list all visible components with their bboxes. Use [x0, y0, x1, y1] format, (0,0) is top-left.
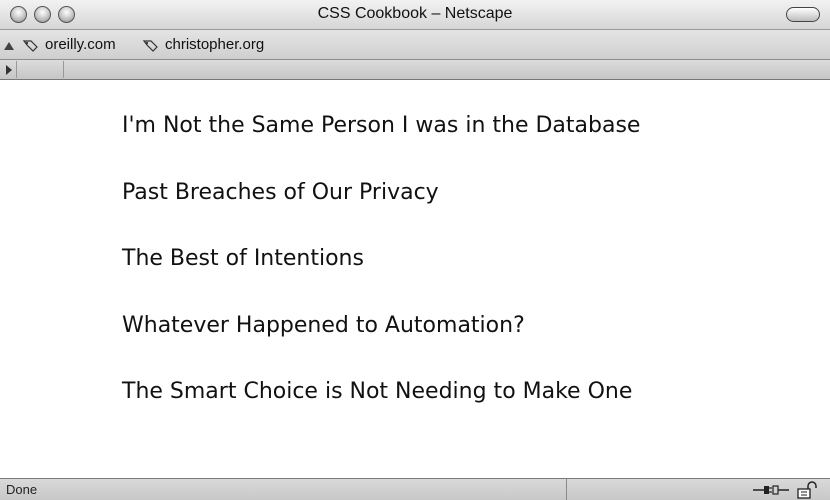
- heading-list: I'm Not the Same Person I was in the Dat…: [122, 112, 640, 445]
- status-bar: Done: [0, 478, 830, 500]
- bookmark-christopher[interactable]: christopher.org: [142, 36, 264, 53]
- heading: Past Breaches of Our Privacy: [122, 179, 439, 205]
- browser-window: CSS Cookbook – Netscape oreilly.com chri…: [0, 0, 830, 500]
- tab[interactable]: [16, 61, 64, 78]
- status-icons: [752, 481, 818, 499]
- tab-strip: [0, 60, 830, 80]
- title-bar: CSS Cookbook – Netscape: [0, 0, 830, 30]
- heading: Whatever Happened to Automation?: [122, 312, 525, 338]
- connection-icon[interactable]: [752, 482, 790, 498]
- toolbar-toggle-button[interactable]: [786, 7, 820, 22]
- heading: I'm Not the Same Person I was in the Dat…: [122, 113, 641, 138]
- bookmarks-toggle-icon[interactable]: [4, 42, 14, 50]
- status-divider: [566, 479, 567, 500]
- security-lock-icon[interactable]: [796, 481, 818, 499]
- bookmark-label: christopher.org: [165, 36, 265, 53]
- bookmark-label: oreilly.com: [45, 36, 116, 53]
- heading: The Best of Intentions: [122, 246, 364, 271]
- bookmark-icon: [142, 38, 160, 52]
- heading: The Smart Choice is Not Needing to Make …: [122, 379, 633, 404]
- window-title: CSS Cookbook – Netscape: [317, 5, 513, 22]
- page-content: I'm Not the Same Person I was in the Dat…: [0, 80, 830, 478]
- status-text: Done: [6, 482, 38, 497]
- tab-expand-icon[interactable]: [6, 65, 12, 75]
- bookmark-oreilly[interactable]: oreilly.com: [22, 36, 116, 53]
- bookmark-icon: [22, 38, 40, 52]
- bookmarks-bar: oreilly.com christopher.org: [0, 30, 830, 60]
